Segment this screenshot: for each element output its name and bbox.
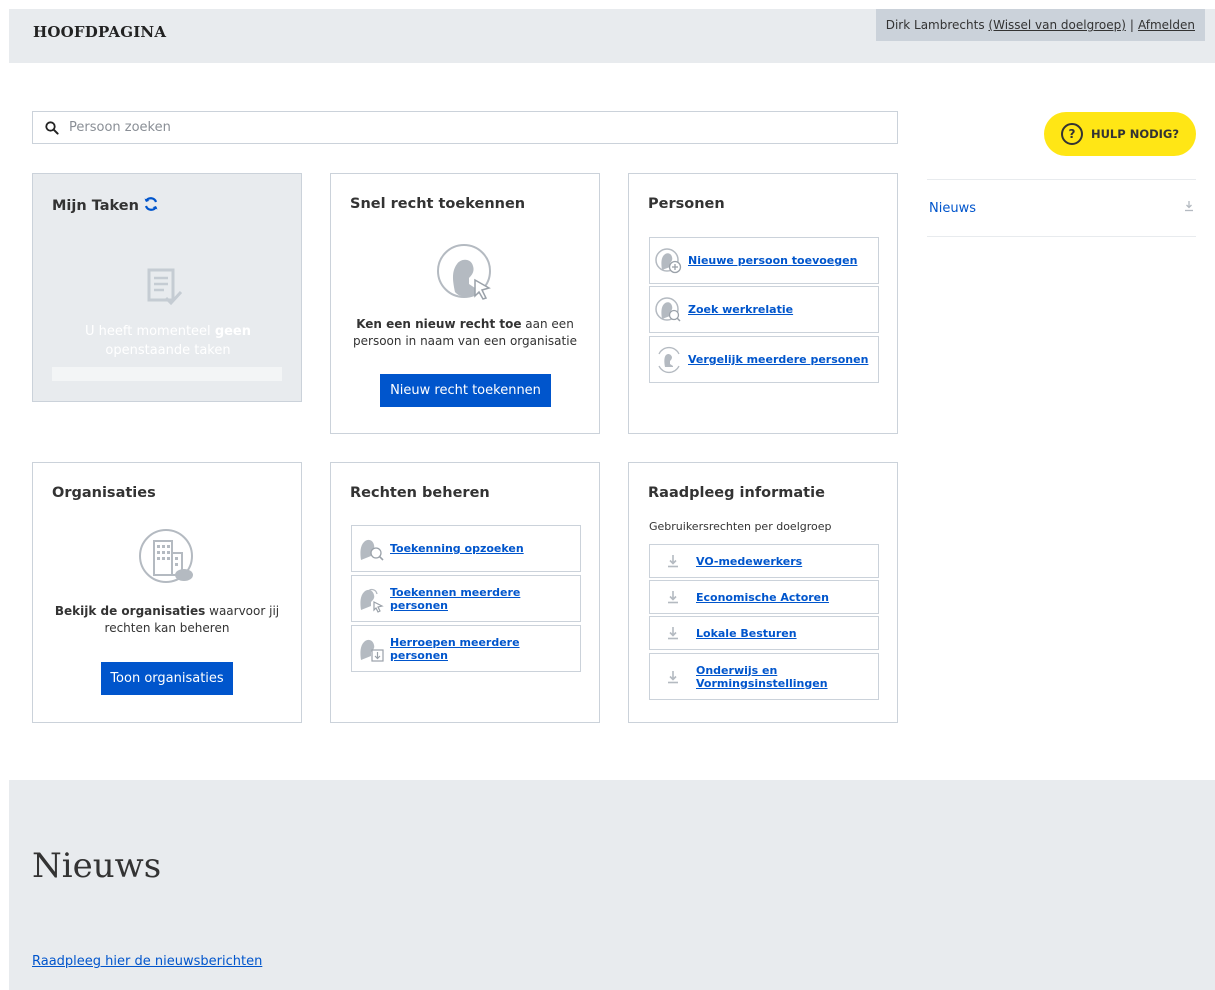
side-news-link[interactable]: Nieuws bbox=[929, 201, 976, 216]
persons-link-relation[interactable]: Zoek werkrelatie bbox=[649, 286, 879, 333]
organisations-text: Bekijk de organisaties waarvoor jij rech… bbox=[54, 604, 280, 635]
search-icon bbox=[43, 119, 61, 137]
revoke-multiple-link[interactable]: Herroepen meerdere personen bbox=[390, 636, 580, 662]
top-bar: HOOFDPAGINA Dirk Lambrechts (Wissel van … bbox=[9, 9, 1215, 63]
person-revoke-icon bbox=[352, 635, 390, 663]
person-cursor-icon bbox=[435, 242, 497, 308]
search-person-icon bbox=[650, 296, 688, 324]
local-government-link[interactable]: Lokale Besturen bbox=[696, 627, 797, 640]
info-link-local[interactable]: Lokale Besturen bbox=[649, 616, 879, 650]
persons-link-add[interactable]: Nieuwe persoon toevoegen bbox=[649, 237, 879, 284]
rights-card: Rechten beheren Toekenning opzoeken Toek… bbox=[330, 462, 600, 723]
news-title: Nieuws bbox=[32, 846, 162, 886]
side-news-item[interactable]: Nieuws bbox=[927, 179, 1196, 237]
download-icon bbox=[650, 670, 696, 684]
user-box: Dirk Lambrechts (Wissel van doelgroep) |… bbox=[875, 9, 1205, 41]
search-relation-link[interactable]: Zoek werkrelatie bbox=[688, 303, 793, 316]
show-organisations-button[interactable]: Toon organisaties bbox=[101, 662, 233, 695]
add-person-link[interactable]: Nieuwe persoon toevoegen bbox=[688, 254, 857, 267]
card-title: Organisaties bbox=[52, 485, 156, 501]
download-icon bbox=[650, 554, 696, 568]
card-title: Mijn Taken bbox=[52, 198, 139, 214]
card-title: Personen bbox=[648, 196, 725, 212]
switch-group-link[interactable]: (Wissel van doelgroep) bbox=[988, 18, 1126, 32]
help-label: HULP NODIG? bbox=[1090, 127, 1180, 141]
education-institutions-link[interactable]: Onderwijs en Vormingsinstellingen bbox=[696, 664, 828, 690]
person-search bbox=[32, 111, 898, 144]
card-title: Snel recht toekennen bbox=[350, 196, 526, 212]
organisations-card: Organisaties Bekijk de organisaties waar… bbox=[32, 462, 302, 723]
card-title-container: Mijn Taken bbox=[52, 196, 159, 216]
card-title: Raadpleeg informatie bbox=[648, 485, 825, 501]
info-link-education[interactable]: Onderwijs en Vormingsinstellingen bbox=[649, 653, 879, 700]
compare-persons-icon bbox=[650, 345, 688, 375]
person-search-icon bbox=[352, 535, 390, 563]
rights-link-revoke-multi[interactable]: Herroepen meerdere personen bbox=[351, 625, 581, 672]
placeholder-bar bbox=[52, 367, 282, 381]
download-icon bbox=[1184, 200, 1194, 216]
empty-tasks-text: U heeft momenteel geen openstaande taken bbox=[84, 324, 252, 358]
building-icon bbox=[137, 527, 199, 593]
rights-link-grant-multi[interactable]: Toekennen meerdere personen bbox=[351, 575, 581, 622]
card-subtitle: Gebruikersrechten per doelgroep bbox=[649, 520, 832, 533]
refresh-icon[interactable] bbox=[143, 196, 159, 216]
card-title: Rechten beheren bbox=[350, 485, 490, 501]
help-button[interactable]: ? HULP NODIG? bbox=[1044, 112, 1196, 156]
info-link-economic[interactable]: Economische Actoren bbox=[649, 580, 879, 614]
download-icon bbox=[650, 626, 696, 640]
compare-persons-link[interactable]: Vergelijk meerdere personen bbox=[688, 353, 868, 366]
persons-card: Personen Nieuwe persoon toevoegen Zoek w… bbox=[628, 173, 898, 434]
search-input[interactable] bbox=[69, 120, 897, 135]
document-check-icon bbox=[146, 267, 184, 311]
quick-grant-text: Ken een nieuw recht toe aan een persoon … bbox=[353, 317, 577, 348]
news-section: Nieuws Raadpleeg hier de nieuwsberichten bbox=[9, 780, 1215, 990]
info-link-vo[interactable]: VO-medewerkers bbox=[649, 544, 879, 578]
question-icon: ? bbox=[1060, 123, 1083, 145]
download-icon bbox=[650, 590, 696, 604]
vo-employees-link[interactable]: VO-medewerkers bbox=[696, 555, 802, 568]
quick-grant-card: Snel recht toekennen Ken een nieuw recht… bbox=[330, 173, 600, 434]
logout-link[interactable]: Afmelden bbox=[1138, 18, 1195, 32]
my-tasks-card: Mijn Taken U heeft momenteel geen openst… bbox=[32, 173, 302, 402]
add-person-icon bbox=[650, 247, 688, 275]
lookup-grant-link[interactable]: Toekenning opzoeken bbox=[390, 542, 524, 555]
persons-link-compare[interactable]: Vergelijk meerdere personen bbox=[649, 336, 879, 383]
person-cursor-small-icon bbox=[352, 585, 390, 613]
rights-link-lookup[interactable]: Toekenning opzoeken bbox=[351, 525, 581, 572]
news-link[interactable]: Raadpleeg hier de nieuwsberichten bbox=[32, 954, 262, 969]
grant-right-button[interactable]: Nieuw recht toekennen bbox=[380, 374, 551, 407]
economic-actors-link[interactable]: Economische Actoren bbox=[696, 591, 829, 604]
info-card: Raadpleeg informatie Gebruikersrechten p… bbox=[628, 462, 898, 723]
grant-multiple-link[interactable]: Toekennen meerdere personen bbox=[390, 586, 580, 612]
user-name: Dirk Lambrechts bbox=[885, 18, 985, 32]
page-title: HOOFDPAGINA bbox=[33, 23, 167, 41]
separator: | bbox=[1129, 18, 1134, 32]
